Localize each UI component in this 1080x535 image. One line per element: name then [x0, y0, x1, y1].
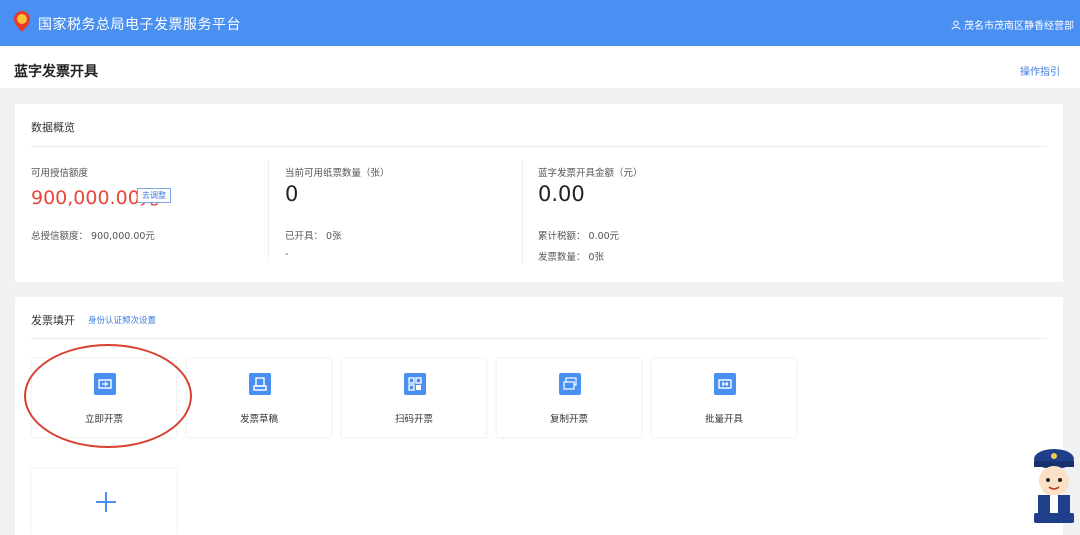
tile-copy-invoice[interactable]: 复制开票 [497, 359, 641, 437]
plus-icon [105, 492, 107, 512]
overview-title: 数据概览 [31, 121, 75, 134]
invoice-divider [31, 338, 1047, 339]
issued-count: 已开具： 0张 [285, 231, 342, 242]
tile-draft[interactable]: 发票草稿 [187, 359, 331, 437]
draft-icon [249, 373, 271, 395]
column-divider [268, 160, 269, 258]
tile-issue-now[interactable]: 立即开票 [32, 359, 176, 437]
credit-label: 可用授信额度 [31, 168, 89, 179]
auth-frequency-link[interactable]: 身份认证频次设置 [88, 314, 156, 326]
tile-label: 扫码开票 [394, 414, 433, 425]
tax-total: 累计税额： 0.00元 [538, 231, 620, 242]
copy-ticket-icon [559, 373, 581, 395]
invoice-issue-card: 发票填开 身份认证频次设置 立即开票 发票草稿 扫码开票 复制开票 批量开具 [15, 297, 1063, 535]
invoice-count: 发票数量： 0张 [538, 252, 605, 263]
adjust-button[interactable]: 去调整 [137, 188, 171, 203]
column-divider [522, 160, 523, 264]
operation-guide-link[interactable]: 操作指引 [1020, 63, 1060, 78]
qr-code-icon [404, 373, 426, 395]
ticket-icon [94, 373, 116, 395]
paper-label: 当前可用纸票数量（张） [285, 168, 390, 179]
paper-value: 0 [285, 182, 299, 206]
tile-label: 立即开票 [84, 414, 123, 425]
user-icon [951, 20, 961, 30]
issued-dash: - [285, 249, 289, 260]
app-title: 国家税务总局电子发票服务平台 [38, 17, 241, 33]
total-credit: 总授信额度： 900,000.00元 [31, 231, 155, 242]
amount-label: 蓝字发票开具金额（元） [538, 168, 643, 179]
tile-scan-code[interactable]: 扫码开票 [342, 359, 486, 437]
top-bar: 国家税务总局电子发票服务平台 茂名市茂南区静香经营部 [0, 0, 1080, 46]
user-menu[interactable]: 茂名市茂南区静香经营部 [951, 17, 1074, 32]
tile-label: 复制开票 [549, 414, 588, 425]
page-header: 蓝字发票开具 操作指引 [0, 46, 1080, 88]
user-name: 茂名市茂南区静香经营部 [964, 21, 1074, 32]
invoice-section-title: 发票填开 [31, 314, 75, 327]
data-overview-card: 数据概览 可用授信额度 900,000.00元 去调整 总授信额度： 900,0… [15, 104, 1063, 282]
tile-label: 批量开具 [704, 414, 743, 425]
add-shortcut-button[interactable] [32, 469, 176, 535]
batch-ticket-icon [714, 373, 736, 395]
tile-batch-issue[interactable]: 批量开具 [652, 359, 796, 437]
tax-officer-mascot-icon[interactable] [1030, 447, 1078, 525]
tax-emblem-icon [14, 11, 30, 32]
page-title: 蓝字发票开具 [14, 64, 98, 80]
amount-value: 0.00 [538, 182, 585, 206]
overview-divider [31, 146, 1047, 147]
tile-label: 发票草稿 [239, 414, 278, 425]
